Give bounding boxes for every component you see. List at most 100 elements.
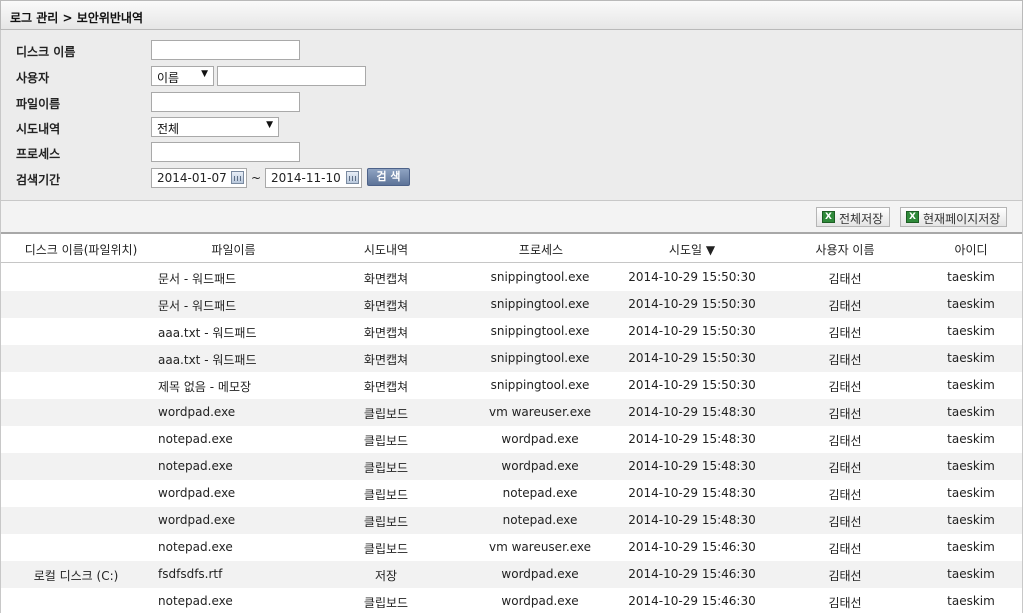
cell-attempt: 화면캡쳐 [363, 272, 409, 286]
export-page-button[interactable]: X 현재페이지저장 [900, 207, 1008, 227]
cell-username: 김태선 [828, 407, 862, 421]
search-button[interactable]: 검 색 [367, 168, 410, 186]
cell-attempt: 클립보드 [363, 461, 409, 475]
cell-date: 2014-10-29 15:48:30 [628, 513, 756, 527]
export-page-label: 현재페이지저장 [923, 212, 1001, 226]
user-input[interactable] [217, 66, 366, 86]
export-all-button[interactable]: X 전체저장 [816, 207, 891, 227]
export-toolbar: X 전체저장 X 현재페이지저장 [0, 200, 1023, 232]
table-row[interactable]: 로컬 디스크 (C:) fsdfsdfs.rtf 저장 wordpad.exe 2014… [1, 561, 1022, 588]
table-row[interactable]: notepad.exe 클립보드 wordpad.exe 2014-10-29 15:… [1, 426, 1022, 453]
cell-process: notepad.exe [502, 513, 578, 527]
cell-username: 김태선 [828, 461, 862, 475]
table-row[interactable]: notepad.exe 클립보드 wordpad.exe 2014-10-29 15:… [1, 588, 1022, 613]
cell-id: taeskim [947, 432, 995, 446]
cell-process: wordpad.exe [501, 459, 579, 473]
table-row[interactable]: 문서 - 워드패드 화면캡쳐 snippingtool.exe 2014-10-29 … [1, 291, 1022, 318]
cell-attempt: 클립보드 [363, 407, 409, 421]
date-to-input[interactable]: 2014-11-10 [265, 168, 362, 188]
export-all-label: 전체저장 [839, 212, 884, 226]
cell-date: 2014-10-29 15:50:30 [628, 297, 756, 311]
filter-row-disk: 디스크 이름 [1, 40, 1023, 62]
table-row[interactable]: wordpad.exe 클립보드 vm wareuser.exe 2014-10-29… [1, 399, 1022, 426]
cell-username: 김태선 [828, 488, 862, 502]
table-row[interactable]: aaa.txt - 워드패드 화면캡쳐 snippingtool.exe 2014-1… [1, 345, 1022, 372]
disk-name-input[interactable] [151, 40, 300, 60]
date-from-input[interactable]: 2014-01-07 [151, 168, 247, 188]
excel-icon: X [906, 211, 919, 223]
cell-attempt: 클립보드 [363, 596, 409, 610]
cell-id: taeskim [947, 567, 995, 581]
cell-id: taeskim [947, 540, 995, 554]
cell-id: taeskim [947, 594, 995, 608]
table-row[interactable]: notepad.exe 클립보드 vm wareuser.exe 2014-10-29… [1, 534, 1022, 561]
title-bar: 로그 관리 > 보안위반내역 [0, 0, 1023, 30]
cell-username: 김태선 [828, 596, 862, 610]
user-label: 사용자 [16, 71, 50, 85]
cell-id: taeskim [947, 405, 995, 419]
table-row[interactable]: notepad.exe 클립보드 wordpad.exe 2014-10-29 15:… [1, 453, 1022, 480]
cell-file: aaa.txt - 워드패드 [158, 326, 257, 340]
cell-username: 김태선 [828, 569, 862, 583]
attempt-type-select[interactable]: 전체 ▼ [151, 117, 279, 137]
cell-attempt: 화면캡쳐 [363, 326, 409, 340]
cell-attempt: 화면캡쳐 [363, 353, 409, 367]
cell-username: 김태선 [828, 299, 862, 313]
cell-file: aaa.txt - 워드패드 [158, 353, 257, 367]
cell-id: taeskim [947, 459, 995, 473]
column-header-username[interactable]: 사용자 이름 [795, 241, 895, 258]
filter-row-user: 사용자 이름 ▼ [1, 66, 1023, 88]
cell-attempt: 저장 [374, 569, 398, 583]
table-row[interactable]: wordpad.exe 클립보드 notepad.exe 2014-10-29 15:… [1, 480, 1022, 507]
process-input[interactable] [151, 142, 300, 162]
cell-file: notepad.exe [158, 459, 233, 473]
cell-file: 문서 - 워드패드 [158, 299, 237, 313]
cell-file: 제목 없음 - 메모장 [158, 380, 252, 394]
column-header-file[interactable]: 파일이름 [191, 241, 276, 258]
cell-username: 김태선 [828, 326, 862, 340]
cell-id: taeskim [947, 513, 995, 527]
column-header-attempt[interactable]: 시도내역 [346, 241, 426, 258]
cell-username: 김태선 [828, 272, 862, 286]
cell-file: notepad.exe [158, 540, 233, 554]
search-filter-panel: 디스크 이름 사용자 이름 ▼ 파일이름 시도내역 전체 ▼ 프로세스 검색기간… [0, 30, 1023, 200]
cell-process: wordpad.exe [501, 432, 579, 446]
table-row[interactable]: 제목 없음 - 메모장 화면캡쳐 snippingtool.exe 2014-10-2… [1, 372, 1022, 399]
filter-row-process: 프로세스 [1, 142, 1023, 164]
date-to-value: 2014-11-10 [271, 171, 341, 185]
breadcrumb: 로그 관리 > 보안위반내역 [10, 11, 143, 25]
cell-file: 문서 - 워드패드 [158, 272, 237, 286]
cell-date: 2014-10-29 15:46:30 [628, 567, 756, 581]
cell-date: 2014-10-29 15:50:30 [628, 324, 756, 338]
table-row[interactable]: wordpad.exe 클립보드 notepad.exe 2014-10-29 15:… [1, 507, 1022, 534]
column-header-date[interactable]: 시도일 ▼ [642, 241, 742, 258]
cell-date: 2014-10-29 15:50:30 [628, 270, 756, 284]
cell-date: 2014-10-29 15:48:30 [628, 459, 756, 473]
table-row[interactable]: aaa.txt - 워드패드 화면캡쳐 snippingtool.exe 2014-1… [1, 318, 1022, 345]
cell-id: taeskim [947, 270, 995, 284]
cell-id: taeskim [947, 486, 995, 500]
cell-id: taeskim [947, 378, 995, 392]
column-header-disk[interactable]: 디스크 이름(파일위치) [11, 241, 151, 258]
cell-process: snippingtool.exe [490, 351, 590, 365]
calendar-icon[interactable] [231, 171, 244, 184]
cell-file: wordpad.exe [158, 513, 236, 527]
dropdown-arrow-icon: ▼ [266, 120, 273, 130]
cell-attempt: 클립보드 [363, 542, 409, 556]
filter-row-file: 파일이름 [1, 92, 1023, 114]
user-field-select-value: 이름 [157, 71, 180, 85]
cell-date: 2014-10-29 15:48:30 [628, 405, 756, 419]
process-label: 프로세스 [16, 147, 61, 161]
file-name-input[interactable] [151, 92, 300, 112]
cell-id: taeskim [947, 297, 995, 311]
attempt-type-select-value: 전체 [157, 122, 180, 136]
table-row[interactable]: 문서 - 워드패드 화면캡쳐 snippingtool.exe 2014-10-29 … [1, 264, 1022, 291]
column-header-id[interactable]: 아이디 [931, 241, 1011, 258]
column-header-process[interactable]: 프로세스 [491, 241, 591, 258]
cell-process: snippingtool.exe [490, 270, 590, 284]
cell-process: snippingtool.exe [490, 378, 590, 392]
cell-file: wordpad.exe [158, 486, 236, 500]
cell-process: snippingtool.exe [490, 324, 590, 338]
user-field-select[interactable]: 이름 ▼ [151, 66, 214, 86]
calendar-icon[interactable] [346, 171, 359, 184]
